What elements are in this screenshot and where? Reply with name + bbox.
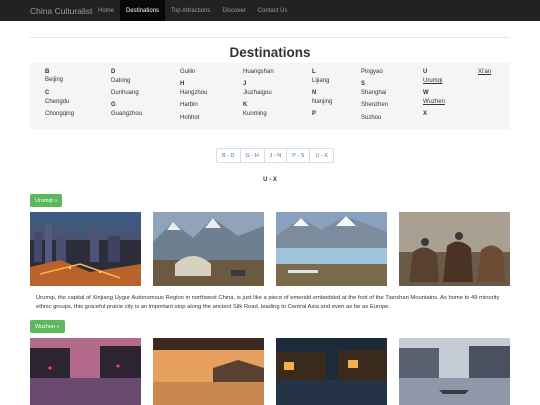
city-shenzhen[interactable]: Shenzhen xyxy=(361,102,388,108)
city-lijiang[interactable]: Lijiang xyxy=(312,78,329,84)
letter-k: K xyxy=(243,102,248,108)
letter-p: P xyxy=(312,111,317,117)
city-datong[interactable]: Datong xyxy=(111,78,130,84)
wuzhen-photo-canal-dusk[interactable] xyxy=(30,338,141,405)
brand-logo-text[interactable]: China Culturalist xyxy=(0,0,92,21)
city-suzhou[interactable]: Suzhou xyxy=(361,115,381,121)
nav-home[interactable]: Home xyxy=(92,0,120,21)
city-wuzhen[interactable]: Wuzhen xyxy=(423,99,445,105)
pager-g-h[interactable]: G - H xyxy=(241,149,265,162)
letter-h: H xyxy=(180,81,185,87)
letter-b: B xyxy=(45,69,50,75)
city-hangzhou[interactable]: Hangzhou xyxy=(180,90,207,96)
city-huangshan[interactable]: Huangshan xyxy=(243,69,274,75)
letter-x: X xyxy=(423,111,428,117)
urumqi-button[interactable]: Urumqi » xyxy=(30,194,63,207)
city-harbin[interactable]: Harbin xyxy=(180,102,198,108)
nav-contact-us[interactable]: Contact Us xyxy=(252,0,294,21)
page-title: Destinations xyxy=(229,45,311,60)
letter-c: C xyxy=(45,90,50,96)
city-kunming[interactable]: Kunming xyxy=(243,111,267,117)
city-xian[interactable]: Xi'an xyxy=(478,69,491,75)
letter-range-pager: B - D G - H J - N P - S U - X xyxy=(216,148,334,163)
letter-u: U xyxy=(423,69,428,75)
pager-p-s[interactable]: P - S xyxy=(287,149,311,162)
urumqi-photo-horses[interactable] xyxy=(399,212,510,286)
nav-top-attractions[interactable]: Top Attractions xyxy=(165,0,216,21)
wuzhen-photo-lanterns[interactable] xyxy=(276,338,387,405)
destination-index: B Beijing C Chengdu Chongqing D Datong D… xyxy=(30,63,510,129)
urumqi-description: Urumqi, the capital of Xinjiang Uygur Au… xyxy=(36,295,500,310)
urumqi-photo-lake[interactable] xyxy=(276,212,387,286)
pager-u-x[interactable]: U - X xyxy=(310,149,333,162)
letter-l: L xyxy=(312,69,316,75)
wuzhen-button[interactable]: Wuzhen » xyxy=(30,320,65,333)
pager-b-d[interactable]: B - D xyxy=(217,149,241,162)
wuzhen-photo-sunset[interactable] xyxy=(153,338,264,405)
letter-n: N xyxy=(312,90,317,96)
city-dunhuang[interactable]: Dunhuang xyxy=(111,90,139,96)
urumqi-photo-city-night[interactable] xyxy=(30,212,141,286)
urumqi-photo-yurt[interactable] xyxy=(153,212,264,286)
letter-j: J xyxy=(243,81,247,87)
letter-w: W xyxy=(423,90,429,96)
city-pingyao[interactable]: Pingyao xyxy=(361,69,383,75)
nav-discover[interactable]: Discover xyxy=(216,0,251,21)
header-divider xyxy=(30,37,510,38)
city-beijing[interactable]: Beijing xyxy=(45,77,63,83)
letter-g: G xyxy=(111,102,116,108)
city-nanjing[interactable]: Nanjing xyxy=(312,99,332,105)
city-chengdu[interactable]: Chengdu xyxy=(45,99,69,105)
city-chongqing[interactable]: Chongqing xyxy=(45,111,74,117)
nav-destinations[interactable]: Destinations xyxy=(120,0,166,21)
section-range-heading: U - X xyxy=(263,177,277,183)
top-navbar: China Culturalist Home Destinations Top … xyxy=(0,0,540,21)
city-guangzhou[interactable]: Guangzhou xyxy=(111,111,142,117)
wuzhen-photo-misty-canal[interactable] xyxy=(399,338,510,405)
city-shanghai[interactable]: Shanghai xyxy=(361,90,386,96)
letter-s: S xyxy=(361,81,366,87)
city-jiuzhaigou[interactable]: Jiuzhaigou xyxy=(243,90,272,96)
city-urumqi[interactable]: Urumqi xyxy=(423,78,442,84)
letter-d: D xyxy=(111,69,116,75)
city-hohhot[interactable]: Hohhot xyxy=(180,115,199,121)
pager-j-n[interactable]: J - N xyxy=(265,149,288,162)
city-guilin[interactable]: Guilin xyxy=(180,69,195,75)
